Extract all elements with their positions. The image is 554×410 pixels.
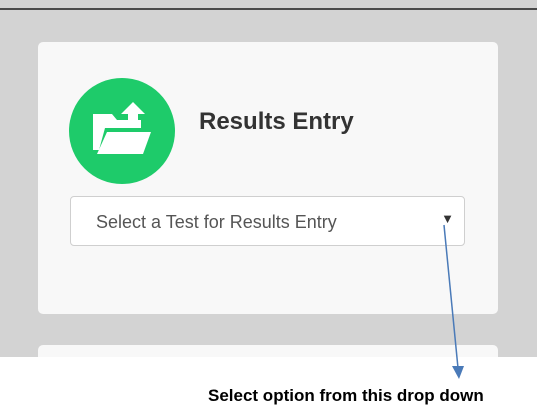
test-select-dropdown[interactable]: Select a Test for Results Entry ▼ xyxy=(70,196,465,246)
secondary-card xyxy=(38,345,498,357)
top-divider xyxy=(0,8,537,10)
test-select-value: Select a Test for Results Entry xyxy=(96,212,337,232)
annotation-label: Select option from this drop down xyxy=(208,386,484,405)
app-viewport: Results Entry Select a Test for Results … xyxy=(0,0,537,357)
folder-upload-icon xyxy=(69,78,175,184)
dropdown-arrow-icon[interactable]: ▼ xyxy=(441,211,454,226)
results-entry-card: Results Entry Select a Test for Results … xyxy=(38,42,498,314)
page-title: Results Entry xyxy=(199,108,354,135)
